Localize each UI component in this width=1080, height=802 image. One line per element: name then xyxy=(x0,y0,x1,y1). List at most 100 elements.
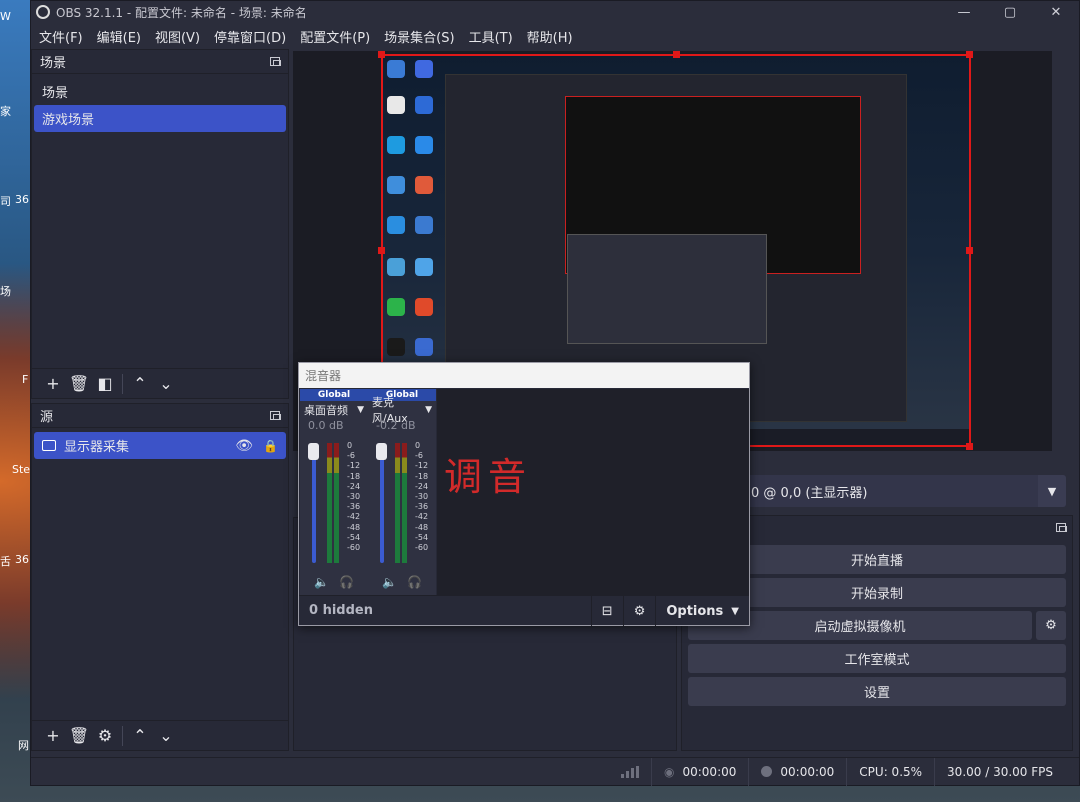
monitor-icon xyxy=(42,440,56,451)
desktop-label: F xyxy=(22,373,29,386)
sources-dock-title: 源 xyxy=(40,410,54,425)
add-scene-button[interactable]: + xyxy=(40,372,66,396)
mixer-toolbar: 0 hidden ⊟ ⚙ Options ▼ xyxy=(299,595,749,626)
channel-name[interactable]: 桌面音频 ▼ xyxy=(300,401,368,419)
move-up-button[interactable]: ⌃ xyxy=(127,724,153,748)
menu-help[interactable]: 帮助(H) xyxy=(527,27,573,46)
scene-filters-button[interactable]: ◧ xyxy=(92,372,118,396)
stream-icon: ◉ xyxy=(664,764,675,779)
lock-icon[interactable]: 🔒 xyxy=(263,439,278,453)
volume-slider-track[interactable] xyxy=(380,445,384,563)
add-source-button[interactable]: + xyxy=(40,724,66,748)
source-item-label: 显示器采集 xyxy=(64,440,130,455)
menu-file[interactable]: 文件(F) xyxy=(39,27,83,46)
monitor-headphones-icon[interactable]: 🎧 xyxy=(339,575,354,589)
network-strength xyxy=(609,758,651,786)
volume-slider-handle[interactable] xyxy=(308,443,319,460)
speaker-icon[interactable]: 🔈 xyxy=(382,575,397,589)
monitor-headphones-icon[interactable]: 🎧 xyxy=(407,575,422,589)
mixer-title: 混音器 xyxy=(305,369,342,383)
desktop-label: 舌 xyxy=(0,555,11,568)
volume-slider-track[interactable] xyxy=(312,445,316,563)
menu-docks[interactable]: 停靠窗口(D) xyxy=(214,27,286,46)
resize-handle[interactable] xyxy=(966,247,973,254)
menu-view[interactable]: 视图(V) xyxy=(155,27,200,46)
sources-dock: 源 显示器采集 👁 🔒 + 🗑 ⚙ ⌃ ⌄ xyxy=(31,403,289,751)
channel-volume-db: 0.0 dB xyxy=(308,419,344,432)
stream-status: ◉ 00:00:00 xyxy=(651,757,748,786)
menu-edit[interactable]: 编辑(E) xyxy=(97,27,141,46)
channel-name[interactable]: 麦克风/Aux ▼ xyxy=(368,396,436,425)
meter-scale: 0 -6 -12 -18 -24 -30 -36 -42 -48 -54 -60 xyxy=(415,441,429,553)
advanced-audio-button[interactable]: ⚙ xyxy=(622,596,656,626)
channel-name-label: 桌面音频 xyxy=(304,404,348,417)
scenes-dock: 场景 场景 游戏场景 + 🗑 ◧ ⌃ ⌄ xyxy=(31,49,289,399)
mixer-channel-desktop: Global 桌面音频 ▼ 0.0 dB 0 -6 -12 -18 -24 -30 -36-… xyxy=(300,389,368,595)
scene-item-selected[interactable]: 游戏场景 xyxy=(34,105,286,132)
scene-item[interactable]: 场景 xyxy=(34,78,286,105)
resize-handle[interactable] xyxy=(378,51,385,58)
source-properties-button[interactable]: ⚙ xyxy=(92,724,118,748)
resize-handle[interactable] xyxy=(966,443,973,450)
annotation-text: 调音 xyxy=(444,455,533,499)
desktop-label: 网 xyxy=(18,739,29,752)
sources-dock-header: 源 xyxy=(32,404,288,428)
close-button[interactable]: ✕ xyxy=(1033,1,1079,23)
scene-item-label: 场景 xyxy=(42,86,69,101)
caret-down-icon[interactable]: ▼ xyxy=(357,405,364,415)
scene-item-label: 游戏场景 xyxy=(42,113,95,128)
volume-meter xyxy=(395,443,400,563)
minimize-button[interactable]: — xyxy=(941,1,987,23)
desktop-label: 36 xyxy=(15,193,29,206)
resize-handle[interactable] xyxy=(673,51,680,58)
virtual-camera-settings-button[interactable]: ⚙ xyxy=(1036,611,1066,640)
undock-icon[interactable] xyxy=(270,57,281,66)
record-icon xyxy=(761,766,773,777)
move-down-button[interactable]: ⌄ xyxy=(153,724,179,748)
record-time: 00:00:00 xyxy=(780,764,835,779)
signal-bars-icon xyxy=(621,765,639,778)
options-label: Options xyxy=(666,603,724,619)
studio-mode-button[interactable]: 工作室模式 xyxy=(688,644,1066,673)
record-status: 00:00:00 xyxy=(748,757,846,786)
undock-icon[interactable] xyxy=(1056,523,1067,532)
window-title: OBS 32.1.1 - 配置文件: 未命名 - 场景: 未命名 xyxy=(56,5,307,20)
mixer-title-bar[interactable]: 混音器 xyxy=(299,363,749,388)
menu-tools[interactable]: 工具(T) xyxy=(469,27,513,46)
resize-handle[interactable] xyxy=(378,247,385,254)
scenes-toolbar: + 🗑 ◧ ⌃ ⌄ xyxy=(32,368,288,398)
desktop-label: W xyxy=(0,10,11,23)
maximize-button[interactable]: ▢ xyxy=(987,1,1033,23)
fps-display: 30.00 / 30.00 FPS xyxy=(934,757,1065,786)
visibility-eye-icon[interactable]: 👁 xyxy=(235,438,253,454)
source-item-selected[interactable]: 显示器采集 👁 🔒 xyxy=(34,432,286,459)
volume-meter xyxy=(327,443,332,563)
speaker-icon[interactable]: 🔈 xyxy=(314,575,329,589)
layout-toggle-button[interactable]: ⊟ xyxy=(590,596,623,626)
remove-scene-button[interactable]: 🗑 xyxy=(66,372,92,396)
resize-handle[interactable] xyxy=(966,51,973,58)
menu-scene-collection[interactable]: 场景集合(S) xyxy=(384,27,454,46)
status-bar: ◉ 00:00:00 00:00:00 CPU: 0.5% 30.00 / 30… xyxy=(31,757,1079,786)
display-select-value: 0 @ 0,0 (主显示器) xyxy=(751,485,868,501)
chevron-down-icon[interactable]: ▼ xyxy=(1038,475,1066,507)
caret-down-icon[interactable]: ▼ xyxy=(425,405,432,415)
display-select[interactable]: 0 @ 0,0 (主显示器) ▼ xyxy=(713,475,1066,507)
volume-slider-handle[interactable] xyxy=(376,443,387,460)
volume-meter xyxy=(402,443,407,563)
undock-icon[interactable] xyxy=(270,411,281,420)
desktop-label: Ste xyxy=(12,463,31,476)
title-bar[interactable]: OBS 32.1.1 - 配置文件: 未命名 - 场景: 未命名 — ▢ ✕ xyxy=(31,1,1079,23)
channel-volume-db: -0.2 dB xyxy=(376,419,416,432)
gear-icon: ⚙ xyxy=(1045,618,1057,633)
desktop-label: 场 xyxy=(0,285,11,298)
mixer-options-button[interactable]: Options ▼ xyxy=(655,596,749,626)
desktop-label: 司 xyxy=(0,195,11,208)
move-down-button[interactable]: ⌄ xyxy=(153,372,179,396)
remove-source-button[interactable]: 🗑 xyxy=(66,724,92,748)
settings-button[interactable]: 设置 xyxy=(688,677,1066,706)
move-up-button[interactable]: ⌃ xyxy=(127,372,153,396)
cpu-usage: CPU: 0.5% xyxy=(846,757,934,786)
desktop-label: 家 xyxy=(0,105,11,118)
menu-profile[interactable]: 配置文件(P) xyxy=(300,27,370,46)
